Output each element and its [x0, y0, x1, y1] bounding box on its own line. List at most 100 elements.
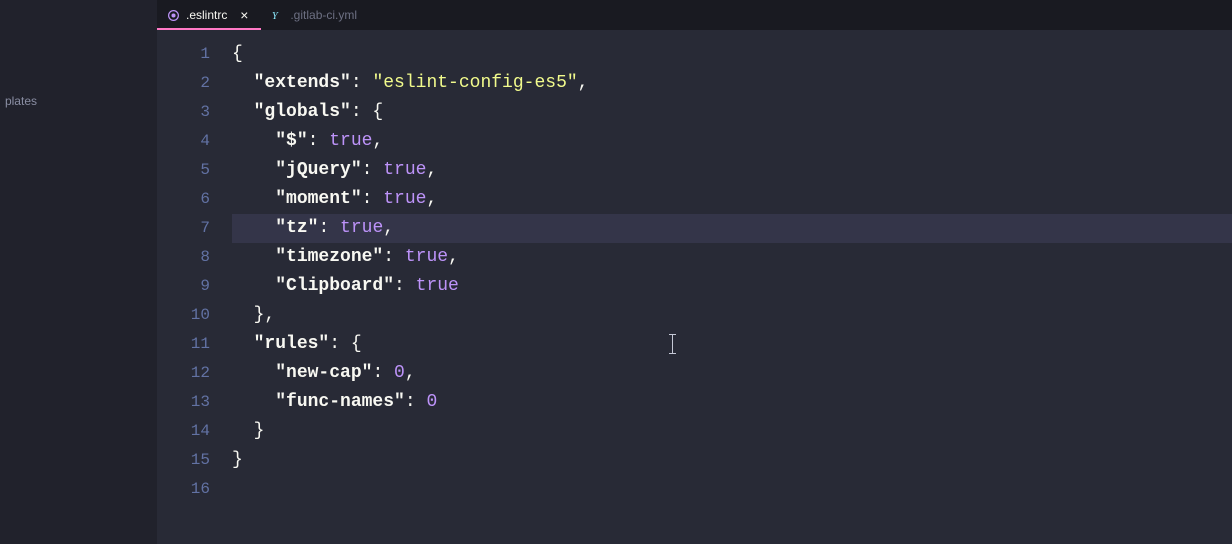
code-line[interactable]: "moment": true, — [232, 185, 1232, 214]
token: "$" — [275, 131, 307, 151]
token: } — [232, 421, 264, 441]
line-number: 8 — [157, 243, 232, 272]
token: "func-names" — [275, 392, 405, 412]
file-explorer-sidebar[interactable]: plates — [0, 0, 157, 544]
line-number: 4 — [157, 127, 232, 156]
code-line[interactable]: } — [232, 446, 1232, 475]
token — [232, 363, 275, 383]
token: , — [578, 73, 589, 93]
code-line[interactable]: "func-names": 0 — [232, 388, 1232, 417]
token: true — [383, 189, 426, 209]
token — [232, 247, 275, 267]
token: true — [383, 160, 426, 180]
token: : — [362, 160, 384, 180]
close-icon[interactable]: × — [237, 8, 251, 22]
token: "eslint-config-es5" — [372, 73, 577, 93]
token: : — [383, 247, 405, 267]
token — [232, 218, 275, 238]
token: , — [405, 363, 416, 383]
line-number: 11 — [157, 330, 232, 359]
token — [232, 102, 254, 122]
token: , — [372, 131, 383, 151]
yaml-file-icon: Y — [271, 9, 284, 22]
token: true — [416, 276, 459, 296]
token — [232, 334, 254, 354]
line-number: 3 — [157, 98, 232, 127]
token: , — [383, 218, 394, 238]
line-number: 6 — [157, 185, 232, 214]
svg-text:Y: Y — [272, 10, 279, 21]
token — [232, 392, 275, 412]
code-editor[interactable]: 12345678910111213141516 { "extends": "es… — [157, 30, 1232, 544]
line-number: 12 — [157, 359, 232, 388]
line-number: 1 — [157, 40, 232, 69]
token: "globals" — [254, 102, 351, 122]
line-number: 2 — [157, 69, 232, 98]
token: }, — [232, 305, 275, 325]
code-line[interactable]: "rules": { — [232, 330, 1232, 359]
code-line[interactable]: }, — [232, 301, 1232, 330]
config-file-icon — [167, 9, 180, 22]
line-number: 14 — [157, 417, 232, 446]
token: : — [318, 218, 340, 238]
code-line[interactable]: "Clipboard": true — [232, 272, 1232, 301]
code-line[interactable]: "globals": { — [232, 98, 1232, 127]
token: "extends" — [254, 73, 351, 93]
token: 0 — [394, 363, 405, 383]
token: : — [372, 363, 394, 383]
token: "Clipboard" — [275, 276, 394, 296]
token: , — [426, 160, 437, 180]
line-number: 9 — [157, 272, 232, 301]
line-number: 15 — [157, 446, 232, 475]
code-line[interactable]: "jQuery": true, — [232, 156, 1232, 185]
token: : { — [351, 102, 383, 122]
code-area[interactable]: { "extends": "eslint-config-es5", "globa… — [232, 30, 1232, 544]
token: , — [426, 189, 437, 209]
code-line[interactable]: } — [232, 417, 1232, 446]
token — [232, 276, 275, 296]
token: "jQuery" — [275, 160, 361, 180]
token: "moment" — [275, 189, 361, 209]
tab[interactable]: .eslintrc × — [157, 0, 261, 30]
tab-label: .eslintrc — [186, 8, 227, 22]
token: : — [405, 392, 427, 412]
code-line[interactable] — [232, 475, 1232, 504]
editor-main: .eslintrc×Y.gitlab-ci.yml 12345678910111… — [157, 0, 1232, 544]
token: : — [394, 276, 416, 296]
token: "timezone" — [275, 247, 383, 267]
code-line[interactable]: "new-cap": 0, — [232, 359, 1232, 388]
token: true — [329, 131, 372, 151]
sidebar-item-label: plates — [5, 94, 37, 108]
code-line[interactable]: "timezone": true, — [232, 243, 1232, 272]
token: : — [362, 189, 384, 209]
token — [232, 160, 275, 180]
token: "rules" — [254, 334, 330, 354]
code-line[interactable]: "tz": true, — [232, 214, 1232, 243]
line-number: 10 — [157, 301, 232, 330]
sidebar-item[interactable]: plates — [0, 90, 157, 112]
line-number: 13 — [157, 388, 232, 417]
token — [232, 73, 254, 93]
token — [232, 131, 275, 151]
token: true — [405, 247, 448, 267]
token: : { — [329, 334, 361, 354]
token: } — [232, 450, 243, 470]
tab-bar[interactable]: .eslintrc × Y.gitlab-ci.yml — [157, 0, 1232, 30]
token: : — [308, 131, 330, 151]
tab[interactable]: Y.gitlab-ci.yml — [261, 0, 367, 30]
line-number: 16 — [157, 475, 232, 504]
token: 0 — [426, 392, 437, 412]
token: , — [448, 247, 459, 267]
line-number: 7 — [157, 214, 232, 243]
token: : — [351, 73, 373, 93]
token — [232, 189, 275, 209]
token: { — [232, 44, 243, 64]
code-line[interactable]: { — [232, 40, 1232, 69]
line-number: 5 — [157, 156, 232, 185]
token: "tz" — [275, 218, 318, 238]
token: true — [340, 218, 383, 238]
code-line[interactable]: "$": true, — [232, 127, 1232, 156]
gutter: 12345678910111213141516 — [157, 30, 232, 544]
token: "new-cap" — [275, 363, 372, 383]
code-line[interactable]: "extends": "eslint-config-es5", — [232, 69, 1232, 98]
